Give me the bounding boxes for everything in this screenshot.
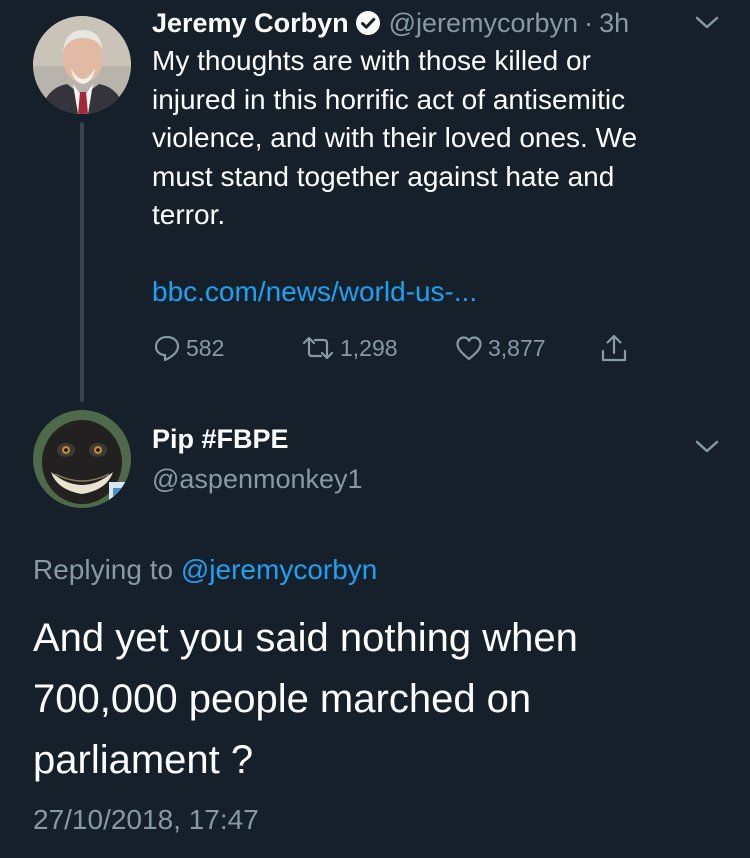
avatar-portrait-image	[33, 16, 131, 114]
reply-tweet-text: And yet you said nothing when 700,000 pe…	[33, 616, 578, 782]
retweet-icon	[302, 336, 334, 360]
replying-to-line: Replying to @jeremycorbyn	[33, 554, 377, 586]
pip-avatar[interactable]	[33, 410, 131, 508]
retweet-button[interactable]: 1,298	[300, 330, 398, 366]
thread-connector-line	[80, 122, 84, 402]
jeremy-corbyn-avatar[interactable]	[33, 16, 131, 114]
reply-author-name[interactable]: Pip #FBPE	[152, 424, 289, 455]
parent-tweet-header: Jeremy Corbyn @jeremycorbyn · 3h	[152, 6, 629, 40]
time-separator: ·	[584, 7, 594, 38]
reply-button[interactable]: 582	[152, 330, 224, 366]
share-icon	[601, 334, 627, 362]
author-handle[interactable]: @jeremycorbyn	[389, 8, 578, 39]
verified-badge-icon	[355, 10, 381, 36]
replying-to-prefix: Replying to	[33, 554, 174, 585]
like-button[interactable]: 3,877	[454, 330, 546, 366]
share-button[interactable]	[598, 330, 630, 366]
chevron-down-icon[interactable]	[694, 436, 720, 456]
replying-to-mention[interactable]: @jeremycorbyn	[181, 554, 377, 585]
tweet-thread-screen: Jeremy Corbyn @jeremycorbyn · 3h My thou…	[0, 0, 750, 858]
reply-author-handle[interactable]: @aspenmonkey1	[152, 464, 363, 495]
author-name[interactable]: Jeremy Corbyn	[152, 8, 349, 39]
reply-icon	[154, 335, 180, 362]
article-link[interactable]: bbc.com/news/world-us-...	[152, 276, 477, 308]
reply-count: 582	[186, 334, 225, 361]
like-count: 3,877	[488, 334, 546, 361]
reply-timestamp[interactable]: 27/10/2018, 17:47	[33, 804, 259, 836]
parent-tweet-text: My thoughts are with those killed or inj…	[152, 45, 638, 230]
chevron-down-icon[interactable]	[694, 12, 720, 32]
heart-icon	[456, 336, 482, 361]
retweet-count: 1,298	[340, 334, 398, 361]
tweet-actions-bar: 582 1,298 3,877	[152, 330, 652, 366]
tweet-time-ago[interactable]: 3h	[599, 8, 629, 39]
avatar-monkey-image	[33, 410, 131, 508]
